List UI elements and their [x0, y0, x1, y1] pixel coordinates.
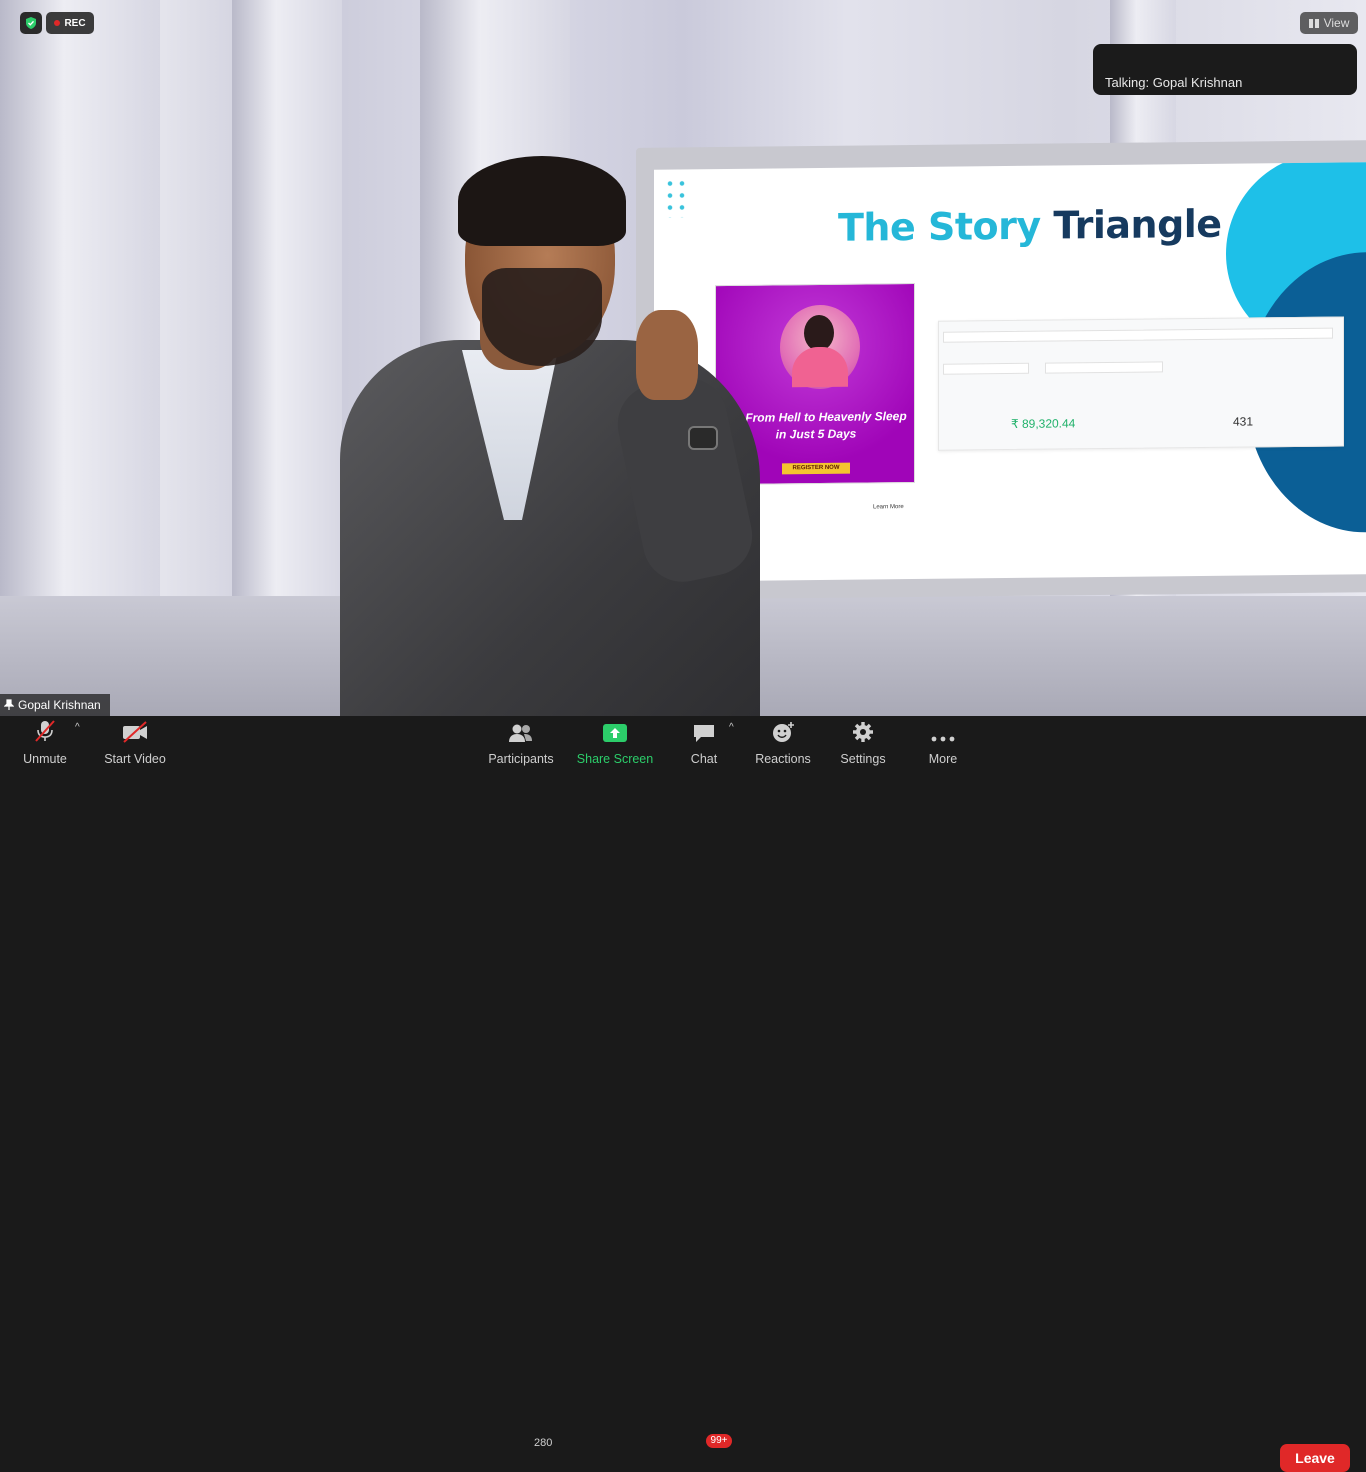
recording-indicator[interactable]: REC	[46, 12, 94, 34]
more-button[interactable]: More	[922, 716, 964, 768]
leave-button[interactable]: Leave	[1280, 1444, 1350, 1472]
grid-view-icon	[1308, 18, 1319, 28]
start-video-button[interactable]: Start Video	[102, 716, 168, 768]
participants-icon	[507, 716, 535, 746]
presenter	[330, 150, 770, 716]
meeting-toolbar: Unmute ^ Start Video Participants 280 Sh…	[0, 716, 1366, 1472]
talking-label: Talking: Gopal Krishnan	[1105, 75, 1243, 90]
chat-label: Chat	[690, 752, 718, 766]
record-dot-icon	[54, 20, 61, 26]
reactions-label: Reactions	[755, 752, 811, 766]
orders-value: 431	[1233, 414, 1254, 429]
share-screen-label: Share Screen	[576, 752, 654, 766]
slide-title: The Story Triangle	[838, 202, 1222, 250]
dashboard-card: ₹ 89,320.44 431	[938, 316, 1344, 451]
start-video-label: Start Video	[104, 752, 166, 766]
speaker-name-tag: Gopal Krishnan	[0, 694, 110, 716]
video-stage: The Story Triangle Go From Hell to Heave…	[0, 0, 1366, 716]
microphone-muted-icon	[32, 716, 58, 746]
promo-cta: REGISTER NOW	[782, 462, 850, 475]
more-label: More	[928, 752, 958, 766]
slide-title-part2: Triangle	[1053, 201, 1222, 248]
chat-unread-badge: 99+	[706, 1434, 732, 1448]
view-button[interactable]: View	[1300, 12, 1358, 34]
unmute-label: Unmute	[23, 752, 67, 766]
video-off-icon	[121, 716, 149, 746]
participants-button[interactable]: Participants	[486, 716, 556, 768]
revenue-value: ₹ 89,320.44	[1011, 416, 1076, 431]
chat-options-caret-icon[interactable]: ^	[729, 722, 734, 733]
participants-label: Participants	[488, 752, 554, 766]
leave-label: Leave	[1295, 1450, 1335, 1466]
chat-bubble-icon	[692, 716, 716, 746]
view-label: View	[1323, 16, 1350, 30]
presenter-hair	[458, 156, 626, 246]
security-shield-icon[interactable]	[20, 12, 42, 34]
active-speaker-panel: Talking: Gopal Krishnan	[1093, 44, 1357, 95]
dashboard-select	[943, 362, 1029, 375]
participants-count: 280	[534, 1437, 553, 1449]
promo-portrait-hair	[804, 314, 834, 352]
settings-button[interactable]: Settings	[838, 716, 888, 768]
presenter-beard	[482, 268, 602, 366]
rec-label: REC	[64, 17, 86, 29]
settings-label: Settings	[840, 752, 886, 766]
reaction-smiley-icon	[770, 716, 796, 746]
share-screen-icon	[602, 716, 628, 746]
dashboard-select	[943, 327, 1333, 343]
audio-options-caret-icon[interactable]: ^	[75, 722, 80, 733]
reactions-button[interactable]: Reactions	[754, 716, 812, 768]
more-dots-icon	[930, 716, 956, 746]
chat-button[interactable]: Chat	[686, 716, 722, 768]
promo-portrait-body	[792, 346, 848, 388]
gear-icon	[851, 716, 875, 746]
dashboard-select	[1045, 361, 1163, 374]
slide-title-part1: The Story	[838, 203, 1041, 250]
pin-icon	[4, 699, 14, 710]
learn-more-link: Learn More	[873, 504, 904, 511]
presenter-hand	[636, 310, 698, 400]
speaker-name: Gopal Krishnan	[18, 698, 101, 712]
watch	[688, 426, 718, 450]
share-screen-button[interactable]: Share Screen	[576, 716, 654, 768]
unmute-button[interactable]: Unmute	[18, 716, 72, 768]
